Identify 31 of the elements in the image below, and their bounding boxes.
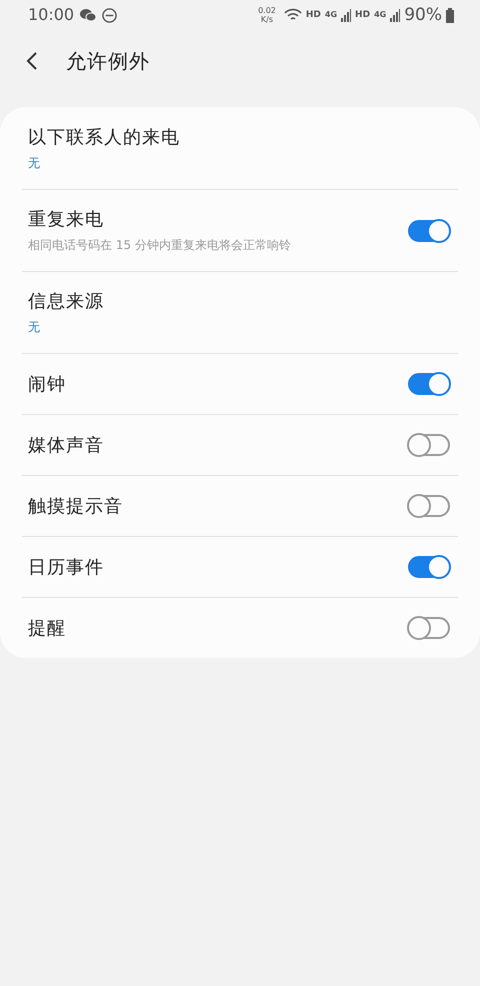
network-type: 4G <box>374 11 386 19</box>
setting-value: 无 <box>28 154 41 172</box>
do-not-disturb-icon <box>102 8 118 22</box>
hd-label: HD <box>355 10 370 20</box>
setting-title: 重复来电 <box>28 208 105 231</box>
battery-percent: 90% <box>404 6 442 24</box>
network-speed: 0.02 K/s <box>258 6 276 24</box>
toggle-switch[interactable] <box>408 220 450 242</box>
setting-title: 触摸提示音 <box>28 495 124 518</box>
setting-title: 提醒 <box>28 617 67 640</box>
status-time: 10:00 <box>28 7 74 23</box>
signal-icon <box>341 8 352 22</box>
setting-value: 无 <box>28 319 41 336</box>
wifi-icon <box>284 8 302 22</box>
chat-icon <box>80 8 96 22</box>
signal-icon <box>390 8 400 22</box>
setting-title[interactable]: 信息来源 <box>28 289 458 313</box>
setting-title: 日历事件 <box>28 556 105 579</box>
setting-description: 相同电话号码在 15 分钟内重复来电将会正常响铃 <box>28 237 292 254</box>
setting-title: 媒体声音 <box>28 434 105 457</box>
setting-title[interactable]: 以下联系人的来电 <box>28 124 458 148</box>
page-title: 允许例外 <box>66 48 150 74</box>
toggle-switch[interactable] <box>408 373 450 395</box>
toggle-switch[interactable] <box>408 617 450 639</box>
toggle-switch[interactable] <box>408 556 450 578</box>
battery-icon <box>446 8 454 22</box>
hd-label: HD <box>306 10 321 20</box>
toggle-switch[interactable] <box>408 495 450 517</box>
network-type: 4G <box>324 11 338 19</box>
setting-title: 闹钟 <box>28 373 67 396</box>
toggle-switch[interactable] <box>408 434 450 456</box>
